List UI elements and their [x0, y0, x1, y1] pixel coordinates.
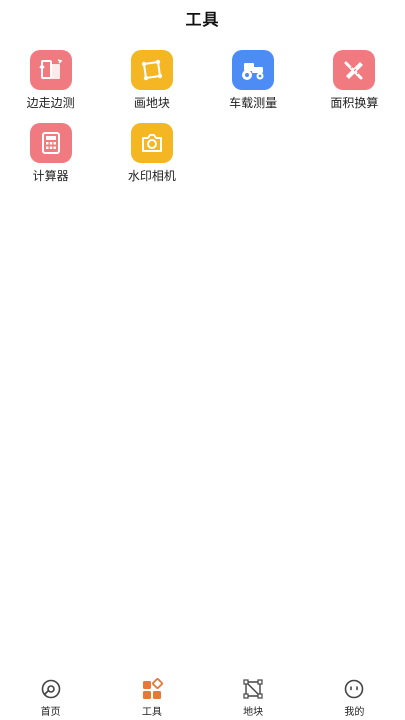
tool-label: 水印相机: [127, 169, 176, 183]
tools-icon: [140, 678, 164, 700]
tab-home[interactable]: 首页: [0, 672, 101, 720]
tractor-icon: [232, 50, 275, 90]
ruler-pencil-icon: [333, 50, 376, 90]
page-header: 工具: [0, 0, 405, 36]
tool-calculator[interactable]: 计算器: [0, 123, 101, 184]
tab-tools[interactable]: 工具: [101, 672, 202, 720]
tools-grid: 边走边测 画地块 车载测量 面积换算 计算器 水印相机: [0, 50, 405, 184]
tab-label: 我的: [344, 707, 365, 718]
walk-measure-icon: [29, 50, 72, 90]
tab-profile[interactable]: 我的: [304, 672, 405, 720]
tool-label: 画地块: [133, 96, 170, 110]
tool-walk-measure[interactable]: 边走边测: [0, 50, 101, 111]
tool-draw-plot[interactable]: 画地块: [101, 50, 202, 111]
tab-label: 首页: [40, 707, 61, 718]
camera-icon: [130, 123, 173, 163]
plot-icon: [241, 678, 265, 700]
tool-label: 边走边测: [26, 96, 75, 110]
tab-label: 工具: [141, 707, 162, 718]
tab-plot[interactable]: 地块: [203, 672, 304, 720]
tool-label: 面积换算: [330, 96, 379, 110]
tool-watermark-camera[interactable]: 水印相机: [101, 123, 202, 184]
draw-plot-icon: [130, 50, 173, 90]
tool-label: 车载测量: [229, 96, 278, 110]
tool-area-conversion[interactable]: 面积换算: [304, 50, 405, 111]
bottom-tab-bar: 首页 工具 地块 我的: [0, 672, 405, 720]
tool-vehicle-measure[interactable]: 车载测量: [203, 50, 304, 111]
tool-label: 计算器: [32, 169, 69, 183]
page-title: 工具: [185, 10, 220, 29]
calculator-icon: [29, 123, 72, 163]
profile-icon: [342, 678, 366, 700]
tab-label: 地块: [243, 707, 264, 718]
home-icon: [39, 678, 63, 700]
